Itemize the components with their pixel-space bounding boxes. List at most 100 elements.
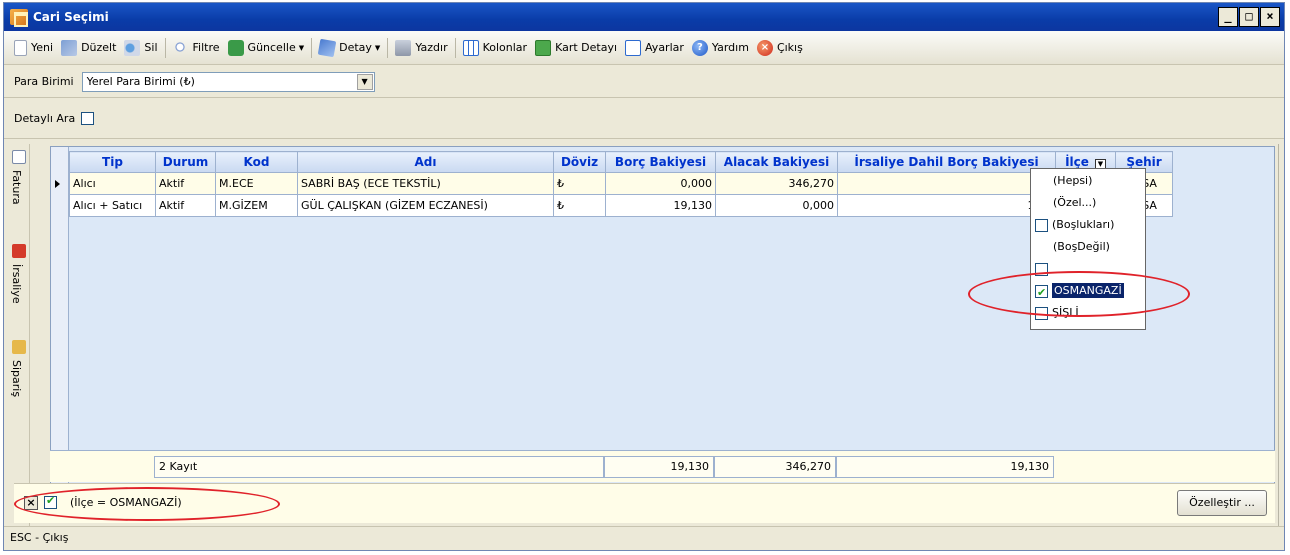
table-row[interactable]: Alıcı Aktif M.ECE SABRİ BAŞ (ECE TEKSTİL… <box>69 172 1173 195</box>
detailed-search-checkbox[interactable] <box>81 112 95 125</box>
filter-option-sisli[interactable]: ŞİŞLİ <box>1035 303 1079 323</box>
help-icon: ? <box>691 39 708 56</box>
exit-icon: × <box>756 39 773 56</box>
filter-active-checkbox[interactable] <box>44 494 57 509</box>
chevron-down-icon: ▼ <box>374 43 381 52</box>
cell-tip[interactable]: Alıcı + Satıcı <box>69 194 156 217</box>
column-header-durum[interactable]: Durum <box>155 151 216 173</box>
side-item-fatura[interactable]: Fatura <box>10 170 23 205</box>
currency-label: Para Birimi <box>14 75 74 88</box>
main-window: Cari Seçimi _ □ × Yeni Düzelt Sil Filtre… <box>3 2 1285 551</box>
filter-option-nonblanks[interactable]: (BoşDeğil) <box>1053 237 1110 257</box>
detailed-search-row: Detaylı Ara <box>4 99 1284 139</box>
columns-icon <box>462 39 479 56</box>
edit-button[interactable]: Düzelt <box>57 36 120 60</box>
cell-borc[interactable]: 0,000 <box>605 172 716 195</box>
filter-option-custom[interactable]: (Özel...) <box>1053 193 1096 213</box>
table-row[interactable]: Alıcı + Satıcı Aktif M.GİZEM GÜL ÇALIŞKA… <box>69 194 1173 217</box>
minimize-button[interactable]: _ <box>1218 7 1238 27</box>
delete-button[interactable]: Sil <box>120 36 161 60</box>
cell-adi[interactable]: GÜL ÇALIŞKAN (GİZEM ECZANESİ) <box>297 194 554 217</box>
print-button[interactable]: Yazdır <box>391 36 451 60</box>
footer-borc-total: 19,130 <box>604 456 714 478</box>
side-item-siparis[interactable]: Sipariş <box>10 360 23 397</box>
cell-borc[interactable]: 19,130 <box>605 194 716 217</box>
row-pointer-icon <box>55 180 60 188</box>
side-panel: Fatura İrsaliye Sipariş <box>8 144 30 529</box>
status-bar: ESC - Çıkış <box>4 526 1284 550</box>
customize-button[interactable]: Özelleştir ... <box>1177 490 1267 516</box>
toolbar-separator <box>164 37 166 58</box>
refresh-button[interactable]: Güncelle ▼ <box>224 36 309 60</box>
order-icon <box>12 340 26 354</box>
printer-icon <box>395 39 412 56</box>
settings-button[interactable]: Ayarlar <box>621 36 688 60</box>
delete-icon <box>124 39 141 56</box>
toolbar-separator <box>387 37 389 58</box>
detail-button[interactable]: Detay ▼ <box>315 36 384 60</box>
filter-option-checkbox[interactable] <box>1035 262 1048 276</box>
card-detail-button[interactable]: Kart Detayı <box>531 36 621 60</box>
ilce-filter-popup: (Hepsi) (Özel...) (Boşlukları) (BoşDeğil… <box>1030 168 1146 330</box>
maximize-button[interactable]: □ <box>1239 7 1259 27</box>
column-header-irsaliye[interactable]: İrsaliye Dahil Borç Bakiyesi <box>837 151 1056 173</box>
filter-option-empty[interactable] <box>1035 259 1052 279</box>
columns-button[interactable]: Kolonlar <box>459 36 531 60</box>
cell-doviz[interactable]: ₺ <box>553 194 606 217</box>
column-header-borc[interactable]: Borç Bakiyesi <box>605 151 716 173</box>
settings-icon <box>625 39 642 56</box>
card-detail-icon <box>535 39 552 56</box>
currency-row: Para Birimi Yerel Para Birimi (₺) ▼ <box>4 66 1284 98</box>
cell-durum[interactable]: Aktif <box>155 194 216 217</box>
cell-kod[interactable]: M.ECE <box>215 172 298 195</box>
filter-icon <box>172 39 189 56</box>
exit-button[interactable]: × Çıkış <box>753 36 807 60</box>
cell-alacak[interactable]: 346,270 <box>715 172 838 195</box>
filter-option-checkbox[interactable] <box>1035 218 1048 232</box>
detailed-search-label: Detaylı Ara <box>14 112 76 125</box>
column-header-doviz[interactable]: Döviz <box>553 151 606 173</box>
grid-footer: 2 Kayıt 19,130 346,270 19,130 <box>50 450 1275 482</box>
detail-icon <box>317 38 337 57</box>
column-header-kod[interactable]: Kod <box>215 151 298 173</box>
grid-header-row: Tip Durum Kod Adı Döviz Borç Bakiyesi Al… <box>69 151 1173 173</box>
filter-option-checkbox[interactable] <box>1035 283 1048 303</box>
right-splitter[interactable] <box>1278 144 1284 529</box>
cell-alacak[interactable]: 0,000 <box>715 194 838 217</box>
cell-tip[interactable]: Alıcı <box>69 172 156 195</box>
help-button[interactable]: ? Yardım <box>688 36 753 60</box>
window-controls: _ □ × <box>1218 7 1280 27</box>
cell-irsaliye[interactable]: 19,1 <box>837 194 1056 217</box>
new-document-icon <box>14 39 27 56</box>
cell-adi[interactable]: SABRİ BAŞ (ECE TEKSTİL) <box>297 172 554 195</box>
column-header-tip[interactable]: Tip <box>69 151 156 173</box>
filter-option-osmangazi[interactable]: OSMANGAZİ <box>1035 281 1124 303</box>
cell-doviz[interactable]: ₺ <box>553 172 606 195</box>
new-button[interactable]: Yeni <box>10 36 57 60</box>
cell-irsaliye[interactable]: 0,0 <box>837 172 1056 195</box>
filter-option-checkbox[interactable] <box>1035 306 1048 320</box>
close-button[interactable]: × <box>1260 7 1280 27</box>
filter-button[interactable]: Filtre <box>169 36 224 60</box>
column-header-alacak[interactable]: Alacak Bakiyesi <box>715 151 838 173</box>
toolbar-separator <box>454 37 456 58</box>
status-text: ESC - Çıkış <box>10 531 69 544</box>
title-bar[interactable]: Cari Seçimi _ □ × <box>4 3 1284 31</box>
footer-alacak-total: 346,270 <box>714 456 836 478</box>
footer-irsaliye-total: 19,130 <box>836 456 1054 478</box>
invoice-icon <box>12 150 26 164</box>
clear-filter-button[interactable]: × <box>24 496 38 510</box>
grid-table: Tip Durum Kod Adı Döviz Borç Bakiyesi Al… <box>69 151 1173 217</box>
currency-select[interactable]: Yerel Para Birimi (₺) ▼ <box>81 71 375 92</box>
cell-durum[interactable]: Aktif <box>155 172 216 195</box>
filter-option-blanks[interactable]: (Boşlukları) <box>1035 215 1114 235</box>
column-header-adi[interactable]: Adı <box>297 151 554 173</box>
filter-expression[interactable]: (İlçe = OSMANGAZİ) <box>70 496 182 509</box>
filter-option-all[interactable]: (Hepsi) <box>1053 171 1092 191</box>
filter-bar: × (İlçe = OSMANGAZİ) Özelleştir ... <box>14 483 1275 523</box>
cell-kod[interactable]: M.GİZEM <box>215 194 298 217</box>
toolbar: Yeni Düzelt Sil Filtre Güncelle ▼ Detay ▼ … <box>4 31 1284 65</box>
app-icon <box>10 9 28 27</box>
side-item-irsaliye[interactable]: İrsaliye <box>10 264 23 304</box>
chevron-down-icon[interactable]: ▼ <box>356 73 373 90</box>
